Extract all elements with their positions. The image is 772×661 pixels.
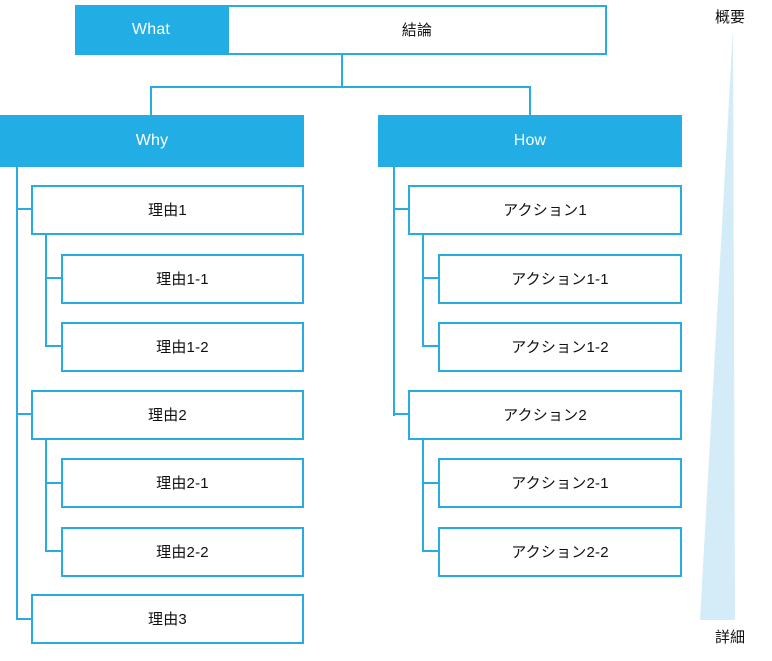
connector-to-how xyxy=(529,86,531,115)
node-how-item-2[interactable]: アクション2 xyxy=(408,390,682,440)
pyramid-structure-diagram: What 結論 Why 理由1 理由1-1 理由1-2 理由2 理由2-1 理由… xyxy=(0,0,772,661)
node-how-item-1-2[interactable]: アクション1-2 xyxy=(438,322,682,372)
connector-why-spine xyxy=(16,167,18,620)
branch-header-why[interactable]: Why xyxy=(0,115,304,167)
connector-why-2-spine xyxy=(45,439,47,551)
node-why-item-1-2[interactable]: 理由1-2 xyxy=(61,322,304,372)
detail-gradient-triangle xyxy=(688,28,772,620)
node-why-item-2-2[interactable]: 理由2-2 xyxy=(61,527,304,577)
node-why-item-1[interactable]: 理由1 xyxy=(31,185,304,235)
connector-why-1-spine xyxy=(45,234,47,346)
what-label-box[interactable]: What xyxy=(75,5,227,55)
node-how-item-1[interactable]: アクション1 xyxy=(408,185,682,235)
connector-root-drop xyxy=(341,55,343,88)
node-why-item-2[interactable]: 理由2 xyxy=(31,390,304,440)
node-how-item-1-1[interactable]: アクション1-1 xyxy=(438,254,682,304)
branch-header-how[interactable]: How xyxy=(378,115,682,167)
node-how-item-2-2[interactable]: アクション2-2 xyxy=(438,527,682,577)
scale-bottom-label: 詳細 xyxy=(714,629,745,646)
node-why-item-3[interactable]: 理由3 xyxy=(31,594,304,644)
node-how-item-2-1[interactable]: アクション2-1 xyxy=(438,458,682,508)
connector-how-1-spine xyxy=(422,234,424,346)
connector-root-bus xyxy=(150,86,531,88)
node-why-item-2-1[interactable]: 理由2-1 xyxy=(61,458,304,508)
conclusion-box[interactable]: 結論 xyxy=(227,5,607,55)
scale-top-label: 概要 xyxy=(714,9,745,26)
node-why-item-1-1[interactable]: 理由1-1 xyxy=(61,254,304,304)
connector-how-2-spine xyxy=(422,439,424,551)
connector-to-why xyxy=(150,86,152,115)
connector-how-spine xyxy=(393,167,395,416)
